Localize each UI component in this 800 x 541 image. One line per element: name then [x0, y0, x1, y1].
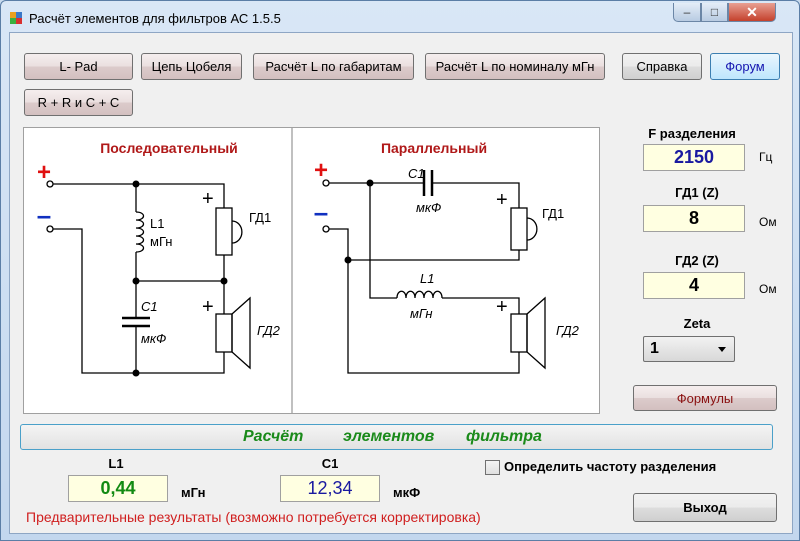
- schematic-panel: Последовательный + – L1 мГн С1 мкФ + ГД1…: [23, 127, 600, 414]
- main-panel: L- Pad Цепь Цобеля Расчёт L по габаритам…: [9, 32, 793, 534]
- help-button[interactable]: Справка: [622, 53, 702, 80]
- window-title: Расчёт элементов для фильтров АС 1.5.5: [29, 11, 281, 26]
- formulas-button[interactable]: Формулы: [633, 385, 777, 411]
- title-bar: Расчёт элементов для фильтров АС 1.5.5 –…: [1, 1, 799, 33]
- lpad-button[interactable]: L- Pad: [24, 53, 133, 80]
- calc-banner[interactable]: Расчёт элементов фильтра: [20, 424, 773, 450]
- close-button[interactable]: ✕: [728, 3, 776, 22]
- series-l1-unit: мГн: [150, 234, 172, 249]
- parallel-gd2-label: ГД2: [556, 323, 580, 338]
- result-l1-unit: мГн: [181, 485, 206, 500]
- app-icon: [10, 12, 22, 24]
- app-window: Расчёт элементов для фильтров АС 1.5.5 –…: [0, 0, 800, 541]
- parallel-c1-label: С1: [408, 166, 425, 181]
- series-c1-label: С1: [141, 299, 158, 314]
- gd1-z-unit: Ом: [759, 215, 777, 229]
- result-c1-value: 12,34: [280, 475, 380, 502]
- zeta-label: Zeta: [683, 316, 711, 331]
- parallel-gd1-label: ГД1: [542, 206, 564, 221]
- gd1-z-input[interactable]: 8: [643, 205, 745, 232]
- parallel-gd2-plus: +: [496, 296, 508, 318]
- l-by-nominal-button[interactable]: Расчёт L по номиналу мГн: [425, 53, 605, 80]
- zobel-button[interactable]: Цепь Цобеля: [141, 53, 242, 80]
- l-by-dimensions-button[interactable]: Расчёт L по габаритам: [253, 53, 414, 80]
- maximize-button[interactable]: □: [701, 3, 728, 22]
- result-c1-unit: мкФ: [393, 485, 421, 500]
- gd2-z-input[interactable]: 4: [643, 272, 745, 299]
- parallel-title: Параллельный: [381, 140, 487, 156]
- gd2-z-label: ГД2 (Z): [675, 253, 719, 268]
- result-l1-label: L1: [108, 456, 124, 471]
- rrcc-button[interactable]: R + R и C + C: [24, 89, 133, 116]
- series-plus-sign: +: [37, 159, 51, 186]
- chevron-down-icon: [718, 347, 726, 352]
- exit-button[interactable]: Выход: [633, 493, 777, 522]
- result-c1-label: С1: [321, 456, 339, 471]
- series-c1-unit: мкФ: [141, 331, 166, 346]
- freq-label: F разделения: [648, 126, 736, 141]
- parallel-l1-label: L1: [420, 271, 434, 286]
- series-gd2-plus: +: [202, 296, 214, 318]
- freq-unit: Гц: [759, 150, 773, 164]
- freq-input[interactable]: 2150: [643, 144, 745, 171]
- series-l1-label: L1: [150, 216, 164, 231]
- parallel-gd1-plus: +: [496, 189, 508, 211]
- result-l1-value: 0,44: [68, 475, 168, 502]
- parallel-c1-unit: мкФ: [416, 200, 441, 215]
- minimize-button[interactable]: –: [673, 3, 701, 22]
- gd1-z-label: ГД1 (Z): [675, 185, 719, 200]
- series-gd1-plus: +: [202, 188, 214, 210]
- detect-frequency-checkbox[interactable]: [485, 460, 500, 475]
- preliminary-results-note: Предварительные результаты (возможно пот…: [26, 509, 481, 525]
- parallel-l1-unit: мГн: [410, 306, 433, 321]
- banner-word-1: Расчёт: [243, 428, 304, 445]
- gd2-z-unit: Ом: [759, 282, 777, 296]
- series-gd1-label: ГД1: [249, 210, 271, 225]
- series-title: Последовательный: [100, 140, 238, 156]
- banner-word-2: элементов: [343, 428, 435, 445]
- parallel-minus-sign: –: [314, 197, 328, 227]
- series-gd2-label: ГД2: [257, 323, 281, 338]
- zeta-select[interactable]: 1: [643, 336, 735, 362]
- banner-word-3: фильтра: [466, 428, 542, 445]
- schematic-drawing: Последовательный + – L1 мГн С1 мкФ + ГД1…: [37, 128, 580, 413]
- detect-frequency-label[interactable]: Определить частоту разделения: [504, 459, 716, 474]
- zeta-selected-value: 1: [650, 340, 659, 357]
- forum-button[interactable]: Форум: [710, 53, 780, 80]
